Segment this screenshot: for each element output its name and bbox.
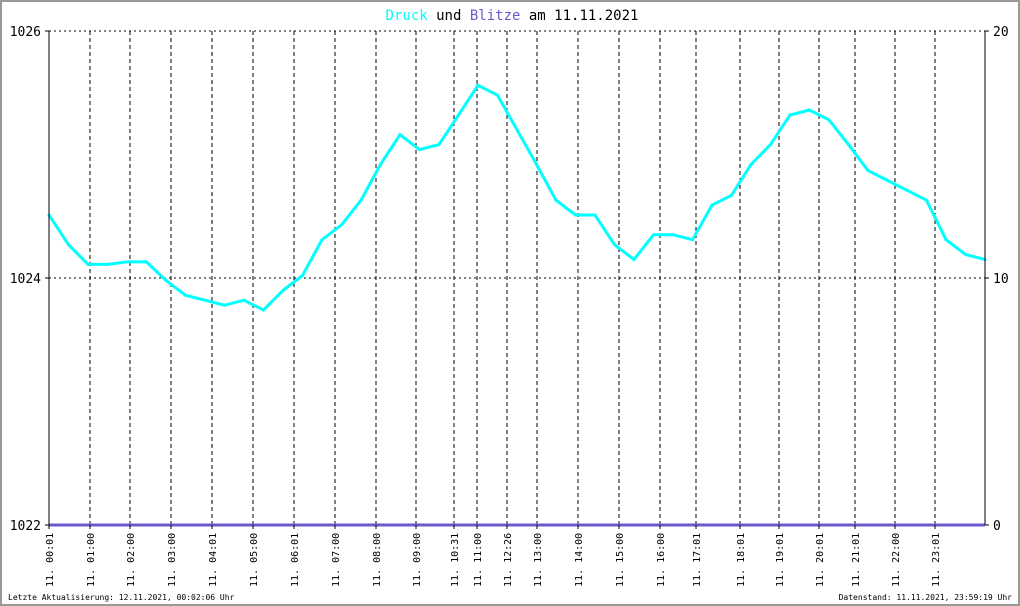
pressure-point xyxy=(67,243,70,247)
x-tick-label: 11. 13:00 xyxy=(533,533,544,587)
y-left-tick-label: 1022 xyxy=(10,519,41,534)
pressure-point xyxy=(418,148,421,152)
pressure-point xyxy=(437,143,441,147)
x-tick-label: 11. 06:01 xyxy=(290,533,301,587)
x-tick-label: 11. 17:01 xyxy=(692,533,703,587)
x-tick-label: 11. 14:00 xyxy=(574,533,585,587)
x-tick-label: 11. 09:00 xyxy=(412,533,423,587)
pressure-point xyxy=(398,133,402,137)
pressure-point xyxy=(593,213,597,217)
pressure-point xyxy=(496,93,499,97)
pressure-point xyxy=(964,253,967,257)
x-tick-label: 11. 02:00 xyxy=(126,533,137,587)
pressure-point xyxy=(613,243,616,247)
data-timestamp: Datenstand: 11.11.2021, 23:59:19 Uhr xyxy=(838,593,1012,602)
chart-title: Druck und Blitze am 11.11.2021 xyxy=(386,8,639,24)
pressure-point xyxy=(710,203,714,207)
x-tick-label: 11. 11:00 xyxy=(473,533,484,587)
pressure-point xyxy=(301,274,304,278)
x-tick-label: 11. 05:00 xyxy=(249,533,260,587)
pressure-point xyxy=(652,233,655,237)
pressure-point xyxy=(730,193,733,197)
x-tick-label: 11. 22:00 xyxy=(891,533,902,587)
title-druck: Druck xyxy=(386,8,429,24)
pressure-point xyxy=(281,288,285,292)
x-tick-label: 11. 18:01 xyxy=(736,533,747,587)
pressure-point xyxy=(223,303,226,307)
pressure-point xyxy=(86,262,90,266)
x-tick-label: 11. 00:01 xyxy=(45,533,56,587)
pressure-point xyxy=(574,213,577,217)
x-tick-label: 11. 07:00 xyxy=(331,533,342,587)
pressure-point xyxy=(847,143,850,147)
x-tick-label: 11. 01:00 xyxy=(86,533,97,587)
pressure-point xyxy=(632,257,636,261)
x-tick-label: 11. 19:01 xyxy=(775,533,786,587)
pressure-point xyxy=(827,118,831,122)
chart-frame: Druck und Blitze am 11.11.2021 11. 00:01… xyxy=(0,0,1020,606)
x-tick-label: 11. 08:00 xyxy=(372,533,383,587)
pressure-point xyxy=(242,298,246,302)
pressure-point xyxy=(203,298,207,302)
pressure-point xyxy=(788,113,792,117)
x-tick-label: 11. 15:00 xyxy=(615,533,626,587)
pressure-line xyxy=(47,83,986,312)
pressure-point xyxy=(262,308,265,312)
y-right-tick-label: 10 xyxy=(993,272,1009,287)
pressure-point xyxy=(535,162,538,166)
pressure-point xyxy=(691,238,694,242)
y-left-tick-label: 1026 xyxy=(10,25,41,40)
y-right-tick-label: 20 xyxy=(993,25,1009,40)
title-blitze: Blitze xyxy=(470,8,521,24)
pressure-point xyxy=(106,262,109,266)
x-tick-label: 11. 23:01 xyxy=(931,533,942,587)
pressure-point xyxy=(515,128,519,132)
title-date: am 11.11.2021 xyxy=(520,8,638,24)
x-tick-label: 11. 16:00 xyxy=(656,533,667,587)
pressure-point xyxy=(164,278,168,282)
title-und: und xyxy=(428,8,470,24)
last-update: Letzte Aktualisierung: 12.11.2021, 00:02… xyxy=(8,593,235,602)
pressure-point xyxy=(925,198,928,202)
pressure-point xyxy=(905,188,909,192)
x-tick-label: 11. 21:01 xyxy=(851,533,862,587)
pressure-point xyxy=(359,198,363,202)
pressure-point xyxy=(476,83,480,87)
pressure-point xyxy=(379,162,382,166)
pressure-point xyxy=(671,233,675,237)
x-tick-label: 11. 04:01 xyxy=(208,533,219,587)
pressure-point xyxy=(184,293,187,297)
pressure-point xyxy=(145,260,148,264)
x-tick-label: 11. 10:31 xyxy=(450,533,461,587)
pressure-point xyxy=(944,238,948,242)
pressure-point xyxy=(749,162,753,166)
y-right-tick-label: 0 xyxy=(993,519,1001,534)
pressure-point xyxy=(125,260,129,264)
x-tick-label: 11. 20:01 xyxy=(815,533,826,587)
x-tick-label: 11. 03:00 xyxy=(167,533,178,587)
pressure-point xyxy=(808,108,811,112)
x-tick-label: 11. 12:26 xyxy=(503,533,514,587)
pressure-point xyxy=(866,169,870,173)
pressure-point xyxy=(340,223,343,227)
pressure-point xyxy=(457,113,460,117)
pressure-point xyxy=(886,178,889,182)
pressure-point xyxy=(320,238,324,242)
pressure-point xyxy=(554,198,558,202)
y-left-tick-label: 1024 xyxy=(10,272,41,287)
chart: Druck und Blitze am 11.11.2021 11. 00:01… xyxy=(10,8,1009,587)
pressure-point xyxy=(769,143,772,147)
